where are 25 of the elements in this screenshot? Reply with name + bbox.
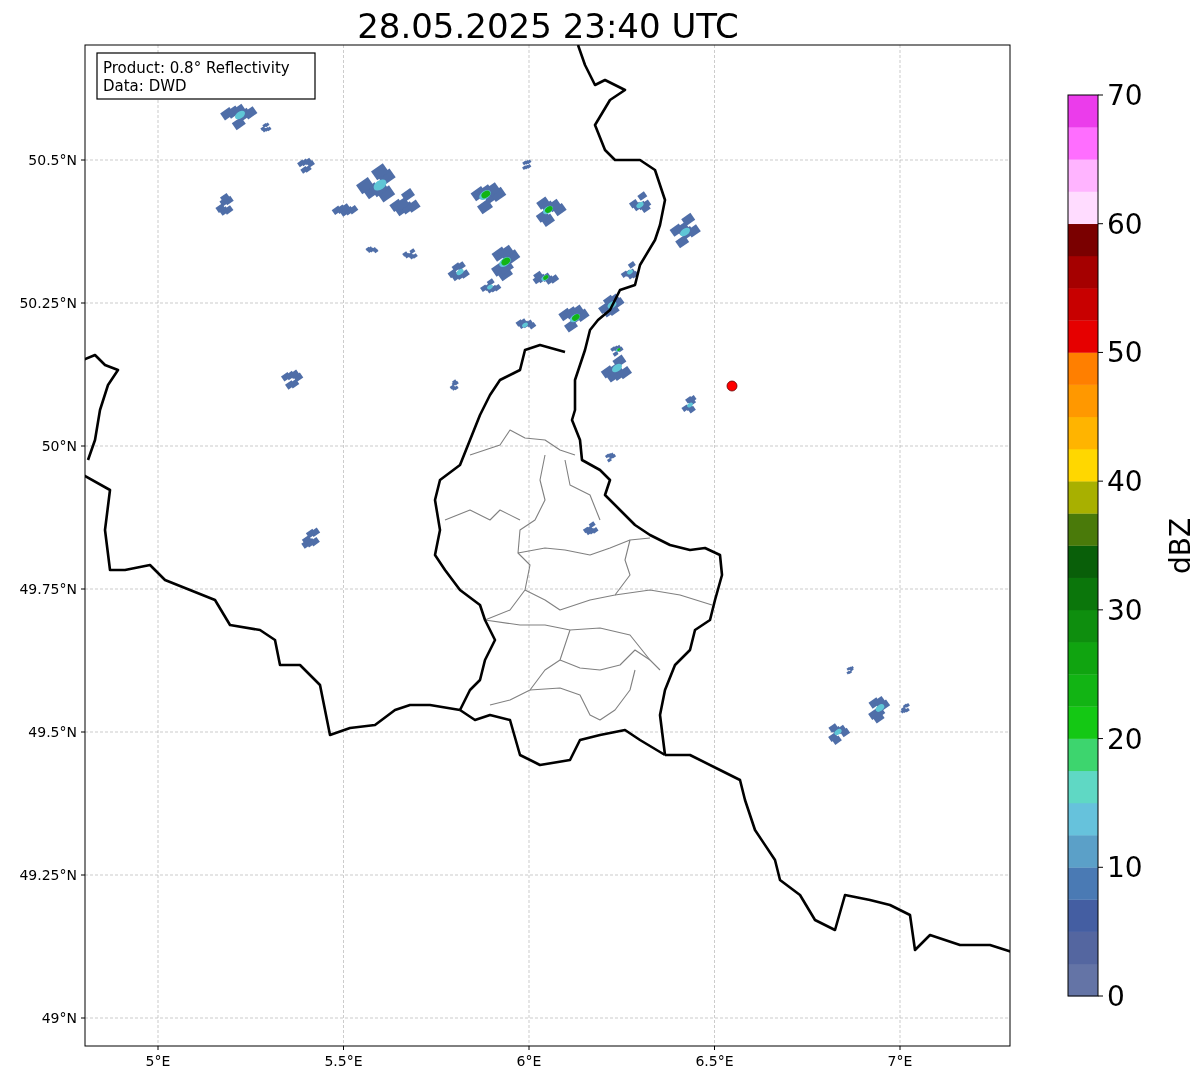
colorbar-tick-label: 50 [1107, 336, 1143, 370]
longitude-label: 5.5°E [324, 1053, 363, 1069]
chart-title: 28.05.2025 23:40 UTC [357, 6, 739, 46]
colorbar-tick-label: 60 [1107, 207, 1143, 241]
colorbar-tick-label: 70 [1107, 79, 1143, 112]
latitude-label: 49°N [41, 1010, 77, 1026]
longitude-label: 6.5°E [695, 1053, 734, 1069]
latitude-label: 49.5°N [28, 724, 77, 740]
colorbar-label: dBZ [1164, 517, 1197, 575]
latitude-label: 50.5°N [28, 152, 77, 168]
colorbar-tick-label: 30 [1107, 593, 1143, 627]
colorbar-tick-label: 40 [1107, 465, 1143, 499]
latitude-label: 50°N [41, 438, 77, 454]
colorbar-tick-label: 0 [1107, 980, 1125, 1013]
latitude-label: 50.25°N [19, 295, 77, 311]
info-text: Product: 0.8° Reflectivity [103, 59, 290, 77]
latitude-label: 49.25°N [19, 867, 77, 883]
longitude-label: 7°E [887, 1053, 913, 1069]
colorbar-tick-label: 20 [1107, 722, 1143, 756]
info-text: Data: DWD [103, 77, 187, 95]
longitude-label: 5°E [145, 1053, 171, 1069]
colorbar-tick-label: 10 [1107, 851, 1143, 885]
location-marker [726, 380, 738, 392]
longitude-label: 6°E [516, 1053, 542, 1069]
latitude-label: 49.75°N [19, 581, 77, 597]
